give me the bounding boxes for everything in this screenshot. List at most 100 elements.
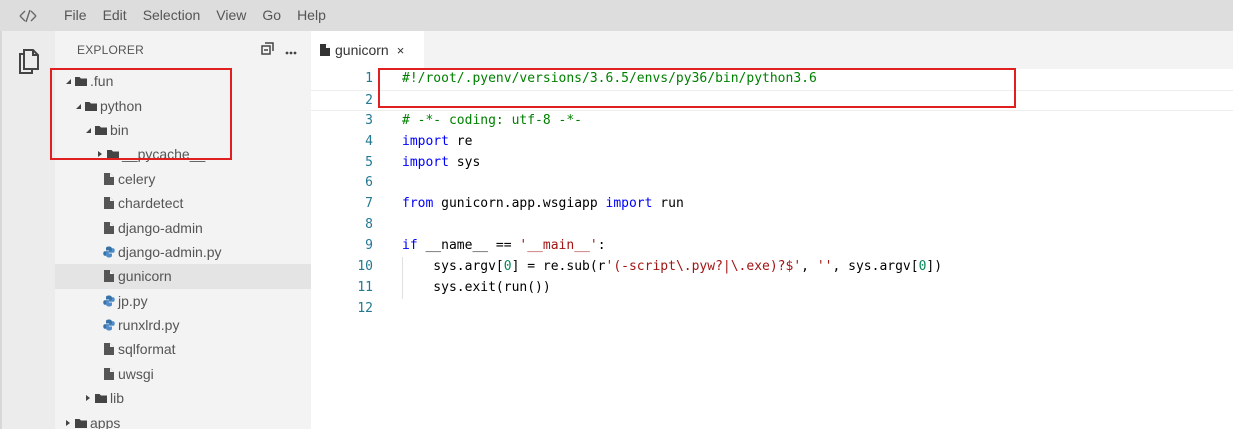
tree-file[interactable]: gunicorn [55, 264, 311, 289]
tree-file[interactable]: uwsgi [55, 362, 311, 386]
menu-view[interactable]: View [208, 0, 254, 31]
file-icon [320, 44, 330, 56]
explorer-title: EXPLORER [77, 43, 144, 57]
code-line[interactable]: 7 from gunicorn.app.wsgiapp import run [311, 194, 1233, 215]
code-text: import re [402, 132, 472, 153]
code-token-plain: ] = re.sub(r [511, 259, 606, 275]
code-token-keyword: import [605, 196, 653, 212]
code-line[interactable]: 3 # -*- coding: utf-8 -*- [311, 111, 1233, 132]
tree-folder[interactable]: bin [55, 118, 311, 142]
code-token-comment: # -*- coding: utf-8 -*- [402, 112, 583, 128]
code-token-plain: , sys.argv[ [832, 259, 919, 275]
collapse-all-icon[interactable] [261, 42, 275, 58]
code-line[interactable]: 2 [311, 89, 1233, 111]
chevron-right-icon[interactable] [63, 418, 73, 428]
code-text: import sys [402, 153, 480, 174]
menu-go[interactable]: Go [254, 0, 289, 31]
explorer-header: EXPLORER [55, 31, 311, 69]
menu-selection[interactable]: Selection [135, 0, 209, 31]
tree-item-label: runxlrd.py [118, 317, 180, 334]
tree-item-label: lib [110, 390, 125, 407]
code-token-comment: #!/root/.pyenv/versions/3.6.5/envs/py36/… [402, 71, 817, 86]
file-icon [103, 343, 115, 356]
code-token-number: 0 [503, 259, 512, 275]
tree-item-label: chardetect [118, 195, 184, 212]
menu-file[interactable]: File [56, 0, 95, 31]
tree-folder[interactable]: .fun [55, 69, 311, 93]
folder-icon [107, 148, 119, 160]
file-icon [103, 270, 115, 283]
tree-item-label: __pycache__ [122, 146, 206, 163]
python-icon [103, 319, 115, 331]
close-icon[interactable]: × [397, 43, 405, 58]
python-icon [103, 246, 115, 258]
chevron-down-icon[interactable] [73, 101, 83, 111]
menu-edit[interactable]: Edit [95, 0, 135, 31]
tree-folder[interactable]: python [55, 93, 311, 117]
code-text: if __name__ == '__main__': [402, 236, 606, 257]
chevron-right-icon[interactable] [95, 149, 105, 159]
code-line[interactable]: 6 [311, 173, 1233, 194]
file-icon [103, 197, 115, 210]
folder-icon [75, 417, 87, 429]
tree-item-label: apps [90, 414, 121, 429]
code-token-plain: sys.argv[ [402, 259, 504, 275]
tree-file[interactable]: sqlformat [55, 337, 311, 361]
activity-bar [0, 31, 55, 429]
code-line[interactable]: 10 sys.argv[0] = re.sub(r'(-script\.pyw?… [311, 257, 1233, 279]
editor-area: gunicorn × 1 #!/root/.pyenv/versions/3.6.… [311, 31, 1233, 429]
files-icon[interactable] [16, 47, 42, 75]
more-icon[interactable] [285, 43, 297, 58]
menu-help[interactable]: Help [289, 0, 334, 31]
code-line[interactable]: 1 #!/root/.pyenv/versions/3.6.5/envs/py36… [311, 69, 1233, 90]
code-line[interactable]: 5 import sys [311, 153, 1233, 174]
folder-icon [95, 392, 107, 404]
code-text: sys.exit(run()) [402, 278, 551, 299]
code-token-plain: __name__ == [417, 238, 520, 254]
line-number: 5 [365, 154, 373, 170]
code-line[interactable]: 9 if __name__ == '__main__': [311, 236, 1233, 257]
tree-item-label: .fun [90, 73, 114, 90]
chevron-down-icon[interactable] [63, 76, 73, 86]
tree-file[interactable]: runxlrd.py [55, 313, 311, 337]
tree-item-label: uwsgi [118, 365, 154, 382]
python-icon [103, 295, 115, 307]
tree-file[interactable]: django-admin [55, 215, 311, 239]
code-line[interactable]: 8 [311, 215, 1233, 236]
folder-icon [85, 100, 97, 112]
line-number: 1 [365, 71, 373, 86]
tree-file[interactable]: celery [55, 167, 311, 191]
tree-item-label: celery [118, 170, 156, 187]
chevron-down-icon[interactable] [83, 125, 93, 135]
tab-gunicorn[interactable]: gunicorn × [311, 31, 424, 69]
tree-file[interactable]: django-admin.py [55, 240, 311, 264]
line-number: 9 [365, 238, 373, 254]
chevron-right-icon[interactable] [83, 393, 93, 403]
menubar: File Edit Selection View Go Help [0, 0, 1233, 31]
line-number: 4 [365, 133, 373, 149]
code-line[interactable]: 12 [311, 299, 1233, 320]
file-icon [103, 172, 115, 185]
tree-folder[interactable]: lib [55, 386, 311, 410]
code-text: # -*- coding: utf-8 -*- [402, 111, 582, 132]
code-token-plain: sys.exit(run()) [402, 279, 551, 295]
code-line[interactable]: 4 import re [311, 132, 1233, 153]
code-token-plain: re [448, 133, 473, 149]
tree-folder[interactable]: apps [55, 410, 311, 429]
line-number: 2 [365, 92, 373, 108]
tree-item-label: sqlformat [118, 341, 176, 358]
code-token-keyword: import [402, 133, 449, 149]
line-number: 11 [357, 279, 373, 295]
line-number: 7 [365, 196, 373, 212]
code-text: sys.argv[0] = re.sub(r'(-script\.pyw?|\.… [402, 257, 942, 278]
code-editor[interactable]: 1 #!/root/.pyenv/versions/3.6.5/envs/py36… [311, 69, 1233, 429]
tree-folder[interactable]: __pycache__ [55, 142, 311, 166]
tree-file[interactable]: chardetect [55, 191, 311, 215]
code-token-plain: sys [448, 154, 481, 170]
code-line[interactable]: 11 sys.exit(run()) [311, 277, 1233, 299]
folder-icon [75, 75, 87, 87]
line-number: 6 [365, 175, 373, 191]
code-token-plain: gunicorn.app.wsgiapp [433, 196, 606, 212]
file-tree: .fun python bin __pycache__celery chardetect… [55, 69, 311, 429]
tree-file[interactable]: jp.py [55, 289, 311, 313]
